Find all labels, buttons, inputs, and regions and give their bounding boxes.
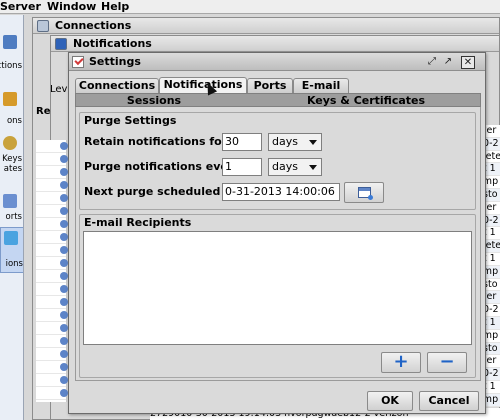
calendar-icon xyxy=(358,187,373,200)
nav-item-connections[interactable]: ctions xyxy=(0,33,23,77)
nav-label-connections: ctions xyxy=(0,61,22,71)
grid-cell xyxy=(36,296,68,309)
notifications-icon xyxy=(3,92,17,106)
grid-cell xyxy=(36,192,68,205)
calendar-button[interactable] xyxy=(344,182,384,203)
purge-settings-group: Purge Settings Retain notifications for … xyxy=(79,112,476,210)
notifications-window-icon xyxy=(55,38,67,50)
next-purge-label: Next purge scheduled for xyxy=(84,185,242,198)
maximize-icon[interactable]: ↗ xyxy=(441,56,455,69)
nav-item-keys[interactable]: Keys ates xyxy=(0,133,23,185)
grid-cell xyxy=(36,257,68,270)
tab-ports[interactable]: Ports xyxy=(247,78,293,93)
settings-dialog: Settings ⤢ ↗ ✕ Connections Notifications… xyxy=(68,52,486,414)
notifications-window-title: Notifications xyxy=(73,37,152,50)
settings-titlebar[interactable]: Settings ⤢ ↗ ✕ xyxy=(69,53,485,71)
ports-icon xyxy=(3,194,17,208)
settings-icon xyxy=(72,56,84,68)
connections-window-icon xyxy=(37,20,49,32)
ok-button[interactable]: OK xyxy=(367,391,413,411)
connections-icon xyxy=(3,35,17,49)
settings-title: Settings xyxy=(89,55,141,68)
nav-item-notifications[interactable]: ons xyxy=(0,90,23,134)
grid-cell xyxy=(36,348,68,361)
nav-label-ports: orts xyxy=(5,212,22,222)
retain-label: Retain notifications for xyxy=(84,135,228,148)
purge-settings-title: Purge Settings xyxy=(84,114,177,127)
tab-connections[interactable]: Connections xyxy=(75,78,159,93)
email-recipients-group: E-mail Recipients + − xyxy=(79,214,476,378)
connections-window-titlebar: Connections xyxy=(33,18,499,34)
purge-interval-input[interactable]: 1 xyxy=(222,158,262,176)
notifications-panel: Purge Settings Retain notifications for … xyxy=(75,107,481,381)
email-recipients-title: E-mail Recipients xyxy=(84,216,192,229)
connections-window-title: Connections xyxy=(55,19,132,32)
nav-label-sessions: ions xyxy=(5,259,23,269)
grid-cell xyxy=(36,179,68,192)
purge-interval-label: Purge notifications every xyxy=(84,160,241,173)
menu-server[interactable]: Server xyxy=(0,0,41,14)
grid-cell xyxy=(36,361,68,374)
purge-unit-select[interactable]: days xyxy=(268,158,322,176)
settings-subtabs: Sessions Keys & Certificates xyxy=(75,93,481,107)
background-grid-column xyxy=(36,140,68,402)
grid-cell xyxy=(36,374,68,387)
report-fragment: Re xyxy=(36,106,51,117)
minus-icon: − xyxy=(439,351,455,372)
grid-cell xyxy=(36,309,68,322)
grid-cell xyxy=(36,166,68,179)
grid-cell xyxy=(36,218,68,231)
left-navigation: ctions ons Keys ates orts ions xyxy=(0,15,24,420)
retain-unit-value: days xyxy=(272,135,298,148)
close-icon[interactable]: ✕ xyxy=(461,56,475,69)
grid-cell xyxy=(36,270,68,283)
restore-icon[interactable]: ⤢ xyxy=(425,56,439,69)
cancel-button[interactable]: Cancel xyxy=(419,391,479,411)
retain-unit-select[interactable]: days xyxy=(268,133,322,151)
notifications-window-titlebar: Notifications xyxy=(51,36,499,52)
level-header-fragment: Lev xyxy=(50,84,68,95)
chevron-down-icon xyxy=(309,165,317,170)
tab-email[interactable]: E-mail xyxy=(293,78,349,93)
key-icon xyxy=(3,136,17,150)
nav-label-notifications: ons xyxy=(6,116,22,126)
chevron-down-icon xyxy=(309,140,317,145)
menu-bar: Server Window Help xyxy=(0,0,500,14)
settings-tabs: Connections Notifications Ports E-mail xyxy=(75,77,481,93)
purge-unit-value: days xyxy=(272,160,298,173)
email-recipients-list[interactable] xyxy=(83,231,472,345)
next-purge-input[interactable]: 0-31-2013 14:00:06 xyxy=(222,183,340,201)
tab-keys-certificates[interactable]: Keys & Certificates xyxy=(254,95,478,107)
grid-cell xyxy=(36,205,68,218)
retain-input[interactable]: 30 xyxy=(222,133,262,151)
tab-sessions[interactable]: Sessions xyxy=(80,95,228,107)
nav-item-sessions[interactable]: ions xyxy=(0,227,23,273)
grid-cell xyxy=(36,335,68,348)
grid-cell xyxy=(36,231,68,244)
add-recipient-button[interactable]: + xyxy=(381,352,421,373)
grid-cell xyxy=(36,140,68,153)
grid-cell xyxy=(36,322,68,335)
plus-icon: + xyxy=(393,351,409,372)
grid-cell xyxy=(36,153,68,166)
nav-label-keys: Keys ates xyxy=(2,154,22,174)
grid-cell xyxy=(36,387,68,400)
remove-recipient-button[interactable]: − xyxy=(427,352,467,373)
sessions-icon xyxy=(4,231,18,245)
grid-cell xyxy=(36,283,68,296)
grid-cell xyxy=(36,244,68,257)
menu-help[interactable]: Help xyxy=(101,0,129,14)
menu-window[interactable]: Window xyxy=(47,0,96,14)
